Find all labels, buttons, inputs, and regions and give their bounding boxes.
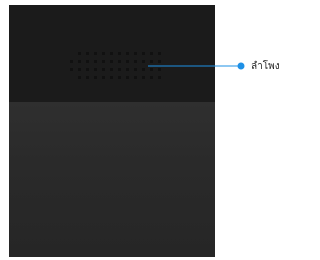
- speaker-callout: [148, 62, 245, 70]
- speaker-label: ลำโพง: [251, 61, 280, 72]
- callout-dot: [237, 62, 245, 70]
